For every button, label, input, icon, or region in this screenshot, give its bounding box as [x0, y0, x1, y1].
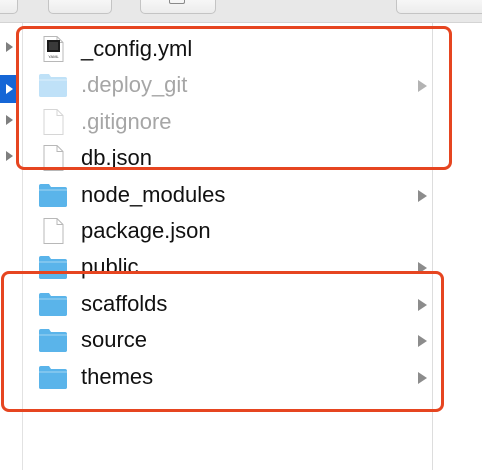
disclosure-arrow-icon[interactable]	[6, 115, 13, 125]
file-row[interactable]: package.json	[22, 213, 432, 249]
toolbar-button-view[interactable]	[48, 0, 112, 14]
document-icon	[43, 218, 64, 244]
finder-window: YAML _config.yml .deploy_git .gitignore db.j…	[0, 0, 482, 470]
row-icon	[38, 182, 68, 208]
disclosure-arrow-icon	[6, 84, 13, 94]
toolbar-button-search[interactable]	[396, 0, 482, 14]
highlight-box-top	[16, 26, 452, 170]
file-row[interactable]: node_modules	[22, 177, 432, 213]
highlight-box-bottom	[1, 271, 444, 412]
toolbar	[0, 0, 482, 23]
toolbar-button-action[interactable]	[140, 0, 216, 14]
row-icon	[38, 218, 68, 244]
chevron-right-icon	[418, 189, 427, 202]
disclosure-arrow-icon[interactable]	[6, 151, 13, 161]
file-name: node_modules	[81, 181, 226, 207]
toolbar-button-left[interactable]	[0, 0, 18, 14]
folder-icon	[39, 183, 67, 207]
disclosure-arrow-icon[interactable]	[6, 42, 13, 52]
tray-icon	[169, 0, 185, 4]
file-name: package.json	[81, 218, 211, 243]
